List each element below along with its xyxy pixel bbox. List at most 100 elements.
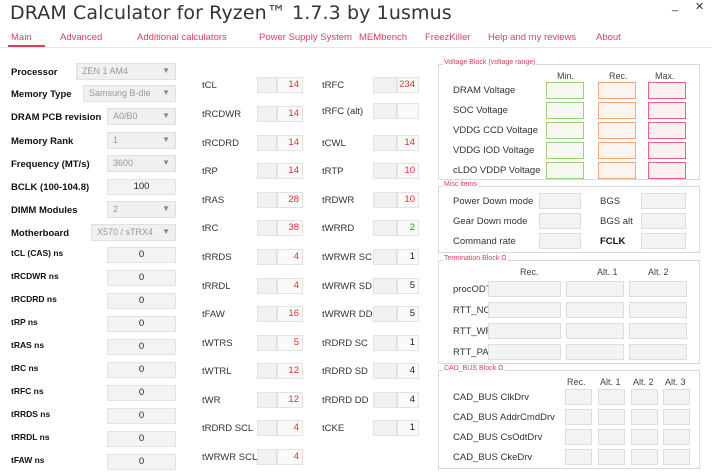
timing-auto-twrwr-scl[interactable] (257, 449, 277, 465)
timing-auto-trdrd-sd[interactable] (373, 363, 397, 379)
trfc-ns-input[interactable]: 0 (107, 385, 176, 401)
frequency-select[interactable]: 3600 ▼ (107, 155, 176, 172)
timing-value-tfaw[interactable]: 16 (277, 306, 303, 322)
timing-value-trtp[interactable]: 10 (397, 163, 419, 179)
trc-ns-input[interactable]: 0 (107, 362, 176, 378)
voltage-max-vddg-ccd-voltage[interactable] (648, 122, 686, 139)
timing-value-trcdwr[interactable]: 14 (277, 106, 303, 122)
misc-field-gear-down-mode[interactable] (539, 213, 581, 229)
timing-value-trdrd-sc[interactable]: 1 (397, 335, 419, 351)
timing-value-trc[interactable]: 38 (277, 220, 303, 236)
voltage-rec-vddg-iod-voltage[interactable] (598, 142, 636, 159)
voltage-rec-soc-voltage[interactable] (598, 102, 636, 119)
trcdwr-ns-input[interactable]: 0 (107, 270, 176, 286)
timing-auto-twtrl[interactable] (257, 363, 277, 379)
cad-alt1-cad-bus-ckedrv[interactable] (598, 449, 625, 465)
tab-help-reviews[interactable]: Help and my reviews (488, 32, 576, 43)
misc-field-bgs-alt[interactable] (641, 213, 686, 229)
voltage-max-dram-voltage[interactable] (648, 82, 686, 99)
timing-value-twrwr-sc[interactable]: 1 (397, 249, 419, 265)
timing-auto-trtp[interactable] (373, 163, 397, 179)
cad-alt2-cad-bus-clkdrv[interactable] (631, 389, 658, 405)
voltage-max-vddg-iod-voltage[interactable] (648, 142, 686, 159)
voltage-min-dram-voltage[interactable] (546, 82, 584, 99)
close-icon[interactable]: ✕ (695, 0, 704, 13)
timing-value-tcke[interactable]: 1 (397, 420, 419, 436)
timing-auto-twtrs[interactable] (257, 335, 277, 351)
timing-auto-tfaw[interactable] (257, 306, 277, 322)
timing-auto-trdwr[interactable] (373, 192, 397, 208)
timing-value-trfc-alt[interactable] (397, 103, 419, 119)
trcdrd-ns-input[interactable]: 0 (107, 293, 176, 309)
voltage-min-soc-voltage[interactable] (546, 102, 584, 119)
bclk-input[interactable]: 100 (107, 179, 176, 195)
voltage-min-vddg-ccd-voltage[interactable] (546, 122, 584, 139)
trrdl-ns-input[interactable]: 0 (107, 431, 176, 447)
timing-value-trdwr[interactable]: 10 (397, 192, 419, 208)
timing-value-trrdl[interactable]: 4 (277, 278, 303, 294)
cad-alt1-cad-bus-csodtdrv[interactable] (598, 429, 625, 445)
timing-value-trp[interactable]: 14 (277, 163, 303, 179)
trrds-ns-input[interactable]: 0 (107, 408, 176, 424)
timing-value-twr[interactable]: 12 (277, 392, 303, 408)
cad-alt3-cad-bus-clkdrv[interactable] (663, 389, 690, 405)
timing-auto-twrrd[interactable] (373, 220, 397, 236)
termination-rec-rtt-nom[interactable] (488, 302, 561, 318)
tab-about[interactable]: About (596, 32, 621, 43)
tcl-cas-ns-input[interactable]: 0 (107, 247, 176, 263)
tras-ns-input[interactable]: 0 (107, 339, 176, 355)
voltage-min-vddg-iod-voltage[interactable] (546, 142, 584, 159)
timing-auto-trfc[interactable] (373, 77, 397, 93)
timing-value-trdrd-sd[interactable]: 4 (397, 363, 419, 379)
timing-auto-trdrd-scl[interactable] (257, 420, 277, 436)
timing-value-twrwr-dd[interactable]: 5 (397, 306, 419, 322)
memory-type-select[interactable]: Samsung B-die ▼ (83, 85, 176, 102)
timing-value-twrwr-scl[interactable]: 4 (277, 449, 303, 465)
timing-auto-trcdrd[interactable] (257, 135, 277, 151)
cad-alt2-cad-bus-ckedrv[interactable] (631, 449, 658, 465)
timing-auto-trfc-alt[interactable] (373, 103, 397, 119)
tab-additional-calculators[interactable]: Additional calculators (137, 32, 227, 43)
cad-rec-cad-bus-csodtdrv[interactable] (565, 429, 592, 445)
timing-value-tcl[interactable]: 14 (277, 77, 303, 93)
voltage-rec-vddg-ccd-voltage[interactable] (598, 122, 636, 139)
timing-auto-tcl[interactable] (257, 77, 277, 93)
tab-power-supply-system[interactable]: Power Supply System (259, 32, 352, 43)
timing-auto-twrwr-sc[interactable] (373, 249, 397, 265)
timing-auto-twrwr-sd[interactable] (373, 278, 397, 294)
timing-value-trdrd-scl[interactable]: 4 (277, 420, 303, 436)
cad-alt2-cad-bus-addrcmddrv[interactable] (631, 409, 658, 425)
cad-alt3-cad-bus-addrcmddrv[interactable] (663, 409, 690, 425)
minimize-icon[interactable]: _ (672, 0, 678, 12)
timing-auto-trdrd-sc[interactable] (373, 335, 397, 351)
timing-auto-trcdwr[interactable] (257, 106, 277, 122)
timing-auto-tcke[interactable] (373, 420, 397, 436)
trp-ns-input[interactable]: 0 (107, 316, 176, 332)
timing-value-twrrd[interactable]: 2 (397, 220, 419, 236)
memory-rank-select[interactable]: 1 ▼ (107, 132, 176, 149)
pcb-revision-select[interactable]: A0/B0 ▼ (107, 108, 176, 125)
timing-auto-twrwr-dd[interactable] (373, 306, 397, 322)
misc-field-power-down-mode[interactable] (539, 193, 581, 209)
voltage-rec-dram-voltage[interactable] (598, 82, 636, 99)
voltage-max-cldo-vddp-voltage[interactable] (648, 162, 686, 179)
cad-alt1-cad-bus-clkdrv[interactable] (598, 389, 625, 405)
termination-rec-procodt[interactable] (488, 281, 561, 297)
termination-alt2-rtt-wr[interactable] (629, 323, 687, 339)
termination-alt2-procodt[interactable] (629, 281, 687, 297)
timing-value-trfc[interactable]: 234 (397, 77, 419, 93)
timing-value-twtrs[interactable]: 5 (277, 335, 303, 351)
dimm-modules-select[interactable]: 2 ▼ (107, 201, 176, 218)
timing-value-tcwl[interactable]: 14 (397, 135, 419, 151)
tab-main[interactable]: Main (11, 32, 32, 43)
timing-value-twrwr-sd[interactable]: 5 (397, 278, 419, 294)
cad-rec-cad-bus-addrcmddrv[interactable] (565, 409, 592, 425)
termination-alt2-rtt-nom[interactable] (629, 302, 687, 318)
voltage-max-soc-voltage[interactable] (648, 102, 686, 119)
timing-auto-trc[interactable] (257, 220, 277, 236)
cad-alt1-cad-bus-addrcmddrv[interactable] (598, 409, 625, 425)
timing-value-trdrd-dd[interactable]: 4 (397, 392, 419, 408)
tab-advanced[interactable]: Advanced (60, 32, 102, 43)
tab-membench[interactable]: MEMbench (359, 32, 407, 43)
misc-field-command-rate[interactable] (539, 233, 581, 249)
